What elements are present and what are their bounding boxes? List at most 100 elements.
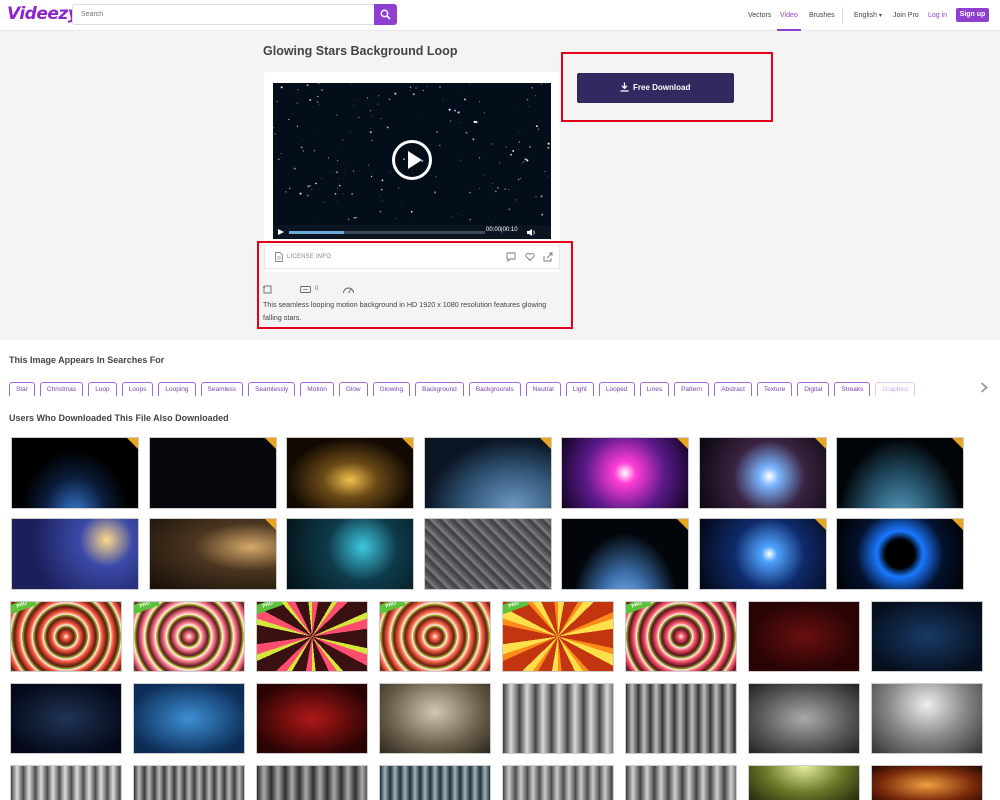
search-tag[interactable]: Loops <box>121 382 154 396</box>
related-video-thumbnail[interactable] <box>11 437 139 509</box>
related-video-thumbnail[interactable] <box>424 437 552 509</box>
related-video-thumbnail[interactable] <box>424 518 552 590</box>
related-video-thumbnail[interactable] <box>379 683 491 754</box>
signup-button[interactable]: Sign up <box>956 8 989 22</box>
nav-login[interactable]: Log in <box>928 0 947 31</box>
premium-corner-badge <box>265 519 276 530</box>
volume-icon[interactable] <box>527 229 536 236</box>
search-tag[interactable]: Abstract <box>714 382 752 396</box>
search-tags-list: Star Christmas Loop Loops Looping Seamless Sea… <box>9 378 973 396</box>
pro-badge: PRO <box>503 602 529 615</box>
related-video-thumbnail[interactable] <box>379 765 491 800</box>
premium-corner-badge <box>540 438 551 449</box>
related-video-thumbnail[interactable] <box>11 518 139 590</box>
search-tag[interactable]: Lines <box>639 382 670 396</box>
time-display: 00:00|00:10 <box>486 227 518 233</box>
nav-vectors[interactable]: Vectors <box>748 0 771 31</box>
search-tag[interactable]: Light <box>565 382 594 396</box>
searches-heading: This Image Appears In Searches For <box>9 355 165 365</box>
search-tag[interactable]: Background <box>415 382 464 396</box>
chevron-right-icon[interactable] <box>980 382 988 393</box>
related-video-thumbnail[interactable] <box>836 518 964 590</box>
related-video-thumbnail[interactable]: PRO <box>502 601 614 672</box>
pro-badge: PRO <box>134 602 160 615</box>
pro-badge: PRO <box>626 602 652 615</box>
search-icon <box>380 9 391 20</box>
premium-corner-badge <box>952 438 963 449</box>
search-tag[interactable]: Motion <box>300 382 334 396</box>
related-video-thumbnail[interactable]: PRO <box>256 601 368 672</box>
play-icon[interactable] <box>278 229 284 235</box>
premium-corner-badge <box>952 519 963 530</box>
related-video-thumbnail[interactable] <box>625 683 737 754</box>
search-input[interactable] <box>72 4 374 25</box>
related-video-thumbnail[interactable] <box>133 683 245 754</box>
highlight-box-download <box>561 52 773 122</box>
related-video-thumbnail[interactable] <box>502 683 614 754</box>
search-tag[interactable]: Pattern <box>674 382 710 396</box>
search-tag[interactable]: Neutral <box>525 382 561 396</box>
play-button[interactable] <box>392 140 432 180</box>
search-tag[interactable]: Texture <box>756 382 793 396</box>
related-video-thumbnail[interactable] <box>699 437 827 509</box>
player-controls: 00:00|00:10 <box>273 225 551 239</box>
related-video-thumbnail[interactable] <box>256 683 368 754</box>
progress-bar[interactable] <box>289 231 485 234</box>
search-tag[interactable]: Christmas <box>39 382 84 396</box>
related-video-thumbnail[interactable] <box>748 765 860 800</box>
language-select[interactable]: English ▾ <box>854 0 882 31</box>
related-video-thumbnail[interactable] <box>699 518 827 590</box>
search-button[interactable] <box>374 4 397 25</box>
premium-corner-badge <box>677 519 688 530</box>
related-video-thumbnail[interactable] <box>561 437 689 509</box>
nav-video[interactable]: Video <box>777 0 801 31</box>
search-tag[interactable]: Loop <box>88 382 117 396</box>
related-video-thumbnail[interactable] <box>286 518 414 590</box>
related-video-thumbnail[interactable] <box>871 683 983 754</box>
search-tag[interactable]: Glow <box>338 382 368 396</box>
related-video-thumbnail[interactable] <box>836 437 964 509</box>
related-video-thumbnail[interactable]: PRO <box>625 601 737 672</box>
related-video-thumbnail[interactable] <box>625 765 737 800</box>
pro-badge: PRO <box>11 602 37 615</box>
premium-corner-badge <box>815 438 826 449</box>
highlight-box-license <box>257 241 573 329</box>
video-player[interactable]: 00:00|00:10 <box>273 83 551 239</box>
related-video-thumbnail[interactable]: PRO <box>133 601 245 672</box>
related-video-thumbnail[interactable] <box>286 437 414 509</box>
search-tag[interactable]: Streaks <box>834 382 871 396</box>
related-video-thumbnail[interactable] <box>256 765 368 800</box>
premium-corner-badge <box>677 438 688 449</box>
related-video-thumbnail[interactable] <box>133 765 245 800</box>
search-tag[interactable]: Star <box>9 382 35 396</box>
related-video-thumbnail[interactable]: PRO <box>10 601 122 672</box>
search-tag[interactable]: Glowing <box>372 382 411 396</box>
nav-divider <box>842 7 843 24</box>
nav-brushes[interactable]: Brushes <box>809 0 835 31</box>
related-video-thumbnail[interactable] <box>149 518 277 590</box>
related-video-thumbnail[interactable] <box>10 765 122 800</box>
related-video-thumbnail[interactable] <box>502 765 614 800</box>
also-downloaded-heading: Users Who Downloaded This File Also Down… <box>9 413 229 423</box>
search-tag[interactable]: Backgrounds <box>468 382 521 396</box>
search-tag[interactable]: Seamless <box>200 382 244 396</box>
search-tag[interactable]: Looping <box>158 382 196 396</box>
premium-corner-badge <box>815 519 826 530</box>
search-tag[interactable]: Digital <box>797 382 830 396</box>
videezy-logo[interactable]: Videezy <box>7 4 79 24</box>
related-video-thumbnail[interactable] <box>871 601 983 672</box>
related-video-thumbnail[interactable] <box>748 601 860 672</box>
language-label: English <box>854 12 877 19</box>
related-video-thumbnail[interactable] <box>561 518 689 590</box>
related-video-thumbnail[interactable]: PRO <box>379 601 491 672</box>
related-video-thumbnail[interactable] <box>871 765 983 800</box>
related-video-thumbnail[interactable] <box>748 683 860 754</box>
search-tag[interactable]: Seamlessly <box>248 382 296 396</box>
search-tag[interactable]: Graphics <box>875 382 916 396</box>
progress-fill <box>289 231 344 234</box>
chevron-down-icon: ▾ <box>878 13 882 19</box>
related-video-thumbnail[interactable] <box>10 683 122 754</box>
search-tag[interactable]: Looped <box>598 382 635 396</box>
related-video-thumbnail[interactable] <box>149 437 277 509</box>
nav-join-pro[interactable]: Join Pro <box>893 0 919 31</box>
